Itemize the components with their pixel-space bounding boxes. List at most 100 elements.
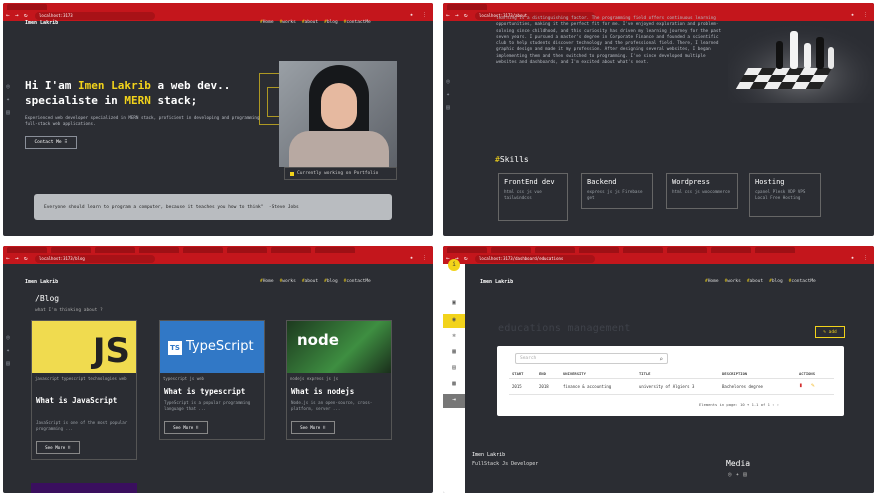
browser-tab[interactable] bbox=[227, 247, 267, 253]
browser-tab[interactable] bbox=[315, 247, 355, 253]
github-icon[interactable]: ◎ bbox=[6, 334, 10, 341]
see-more-button[interactable]: See More ⠿ bbox=[36, 441, 80, 454]
contact-me-button[interactable]: Contact Me ⠿ bbox=[25, 136, 77, 149]
back-icon[interactable]: ← bbox=[6, 255, 10, 263]
forward-icon[interactable]: → bbox=[15, 255, 19, 263]
card-title: What is typescript bbox=[164, 387, 246, 396]
back-icon[interactable]: ← bbox=[446, 12, 450, 20]
browser-tab[interactable] bbox=[535, 247, 575, 253]
brand-logo[interactable]: Imen Lakrib bbox=[480, 279, 513, 285]
browser-tab[interactable] bbox=[271, 247, 311, 253]
browser-controls[interactable]: ★ ⋮ bbox=[410, 12, 430, 18]
mail-icon[interactable]: ▤ bbox=[446, 104, 450, 111]
browser-tab[interactable] bbox=[579, 247, 619, 253]
admin-logo[interactable]: i bbox=[448, 259, 460, 271]
add-button[interactable]: ✎ add bbox=[815, 326, 845, 338]
browser-tab[interactable] bbox=[7, 247, 47, 253]
see-more-button[interactable]: See More ⠿ bbox=[164, 421, 208, 434]
browser-tab[interactable] bbox=[447, 4, 487, 10]
browser-tab[interactable] bbox=[447, 247, 487, 253]
col-header[interactable]: START bbox=[512, 371, 523, 376]
browser-tab[interactable] bbox=[51, 247, 91, 253]
github-icon[interactable]: ◎ bbox=[446, 78, 450, 85]
blog-title: /Blog bbox=[35, 294, 60, 303]
forward-icon[interactable]: → bbox=[15, 12, 19, 20]
nav-blog[interactable]: blog bbox=[324, 279, 338, 284]
blog-page-window: ← → ↻ localhost:3173/blog ★ ⋮ Imen Lakri… bbox=[3, 246, 433, 493]
browser-tab[interactable] bbox=[711, 247, 751, 253]
col-header[interactable]: ACTIONS bbox=[799, 371, 815, 376]
nav-contact[interactable]: contactMe bbox=[789, 279, 815, 284]
educations-icon[interactable]: ◉ bbox=[448, 316, 460, 326]
reload-icon[interactable]: ↻ bbox=[464, 12, 468, 20]
reload-icon[interactable]: ↻ bbox=[464, 255, 468, 263]
browser-tab[interactable] bbox=[7, 4, 47, 10]
nav-blog[interactable]: blog bbox=[769, 279, 783, 284]
brand-logo[interactable]: Imen Lakrib bbox=[25, 279, 58, 285]
browser-controls[interactable]: ★ ⋮ bbox=[851, 255, 871, 261]
nav-works[interactable]: works bbox=[280, 20, 296, 25]
nav-about[interactable]: about bbox=[747, 279, 764, 284]
mail-icon[interactable]: ▤ bbox=[743, 471, 751, 478]
browser-tab[interactable] bbox=[755, 247, 795, 253]
blog-icon[interactable]: ▤ bbox=[448, 364, 460, 374]
blog-card-javascript[interactable]: JS javascript typescript technologies we… bbox=[31, 320, 137, 460]
col-header[interactable]: DESCRIPTION bbox=[722, 371, 747, 376]
nav-works[interactable]: works bbox=[725, 279, 741, 284]
github-icon[interactable]: ◎ bbox=[6, 83, 10, 90]
nav-home[interactable]: Home bbox=[260, 279, 274, 284]
card-category: javascript typescript technologies web bbox=[35, 376, 127, 381]
search-input[interactable]: Search ⌕ bbox=[515, 353, 668, 364]
nav-contact[interactable]: contactMe bbox=[344, 279, 370, 284]
nav-contact[interactable]: contactMe bbox=[344, 20, 370, 25]
mail-icon[interactable]: ▤ bbox=[6, 109, 10, 116]
blog-card-nodejs[interactable]: node nodejs express js js What is nodejs… bbox=[286, 320, 392, 440]
reload-icon[interactable]: ↻ bbox=[24, 255, 28, 263]
github-icon[interactable]: ◎ bbox=[728, 471, 736, 478]
cell-end: 2018 bbox=[539, 384, 549, 389]
browser-tab[interactable] bbox=[95, 247, 135, 253]
nav-about[interactable]: about bbox=[302, 20, 319, 25]
url-input[interactable]: localhost:3173/blog bbox=[35, 255, 155, 263]
col-header[interactable]: TITLE bbox=[639, 371, 650, 376]
nav-home[interactable]: Home bbox=[705, 279, 719, 284]
brand-logo[interactable]: Imen Lakrib bbox=[25, 20, 58, 26]
card-description: Node.js is an open-source, cross-platfor… bbox=[291, 400, 373, 411]
delete-icon[interactable]: ▮ bbox=[799, 382, 803, 389]
pagination[interactable]: Elements in page: 10 ▾ 1-1 of 1 ‹ › bbox=[699, 402, 779, 407]
logout-icon[interactable]: ⇥ bbox=[448, 396, 460, 406]
cell-start: 2015 bbox=[512, 384, 522, 389]
works-icon[interactable]: ▦ bbox=[448, 348, 460, 358]
forward-icon[interactable]: → bbox=[455, 12, 459, 20]
browser-tab-bar bbox=[3, 246, 433, 254]
hero-heading: Hi I'am Imen Lakrib a web dev.. speciali… bbox=[25, 79, 231, 107]
url-input[interactable]: localhost:3173 bbox=[35, 12, 155, 20]
see-more-button[interactable]: See More ⠿ bbox=[291, 421, 335, 434]
messages-icon[interactable]: ▩ bbox=[448, 380, 460, 390]
browser-tab[interactable] bbox=[667, 247, 707, 253]
browser-tab[interactable] bbox=[491, 247, 531, 253]
browser-tab[interactable] bbox=[623, 247, 663, 253]
col-header[interactable]: UNIVERSITY bbox=[563, 371, 586, 376]
card-category: nodejs express js js bbox=[290, 376, 339, 381]
nav-about[interactable]: about bbox=[302, 279, 319, 284]
page-title: educations management bbox=[498, 323, 631, 334]
twitter-icon[interactable]: ✦ bbox=[6, 347, 10, 354]
twitter-icon[interactable]: ✦ bbox=[6, 96, 10, 103]
back-icon[interactable]: ← bbox=[6, 12, 10, 20]
browser-controls[interactable]: ★ ⋮ bbox=[410, 255, 430, 261]
skills-icon[interactable]: ✲ bbox=[448, 332, 460, 342]
twitter-icon[interactable]: ✦ bbox=[446, 91, 450, 98]
edit-icon[interactable]: ✎ bbox=[811, 382, 815, 389]
mail-icon[interactable]: ▤ bbox=[6, 360, 10, 367]
browser-tab[interactable] bbox=[183, 247, 223, 253]
url-input[interactable]: localhost:3173/dashboard/educations bbox=[475, 255, 595, 263]
blog-card-typescript[interactable]: TS TypeScript typescript js web What is … bbox=[159, 320, 265, 440]
nav-home[interactable]: Home bbox=[260, 20, 274, 25]
browser-tab[interactable] bbox=[139, 247, 179, 253]
nav-blog[interactable]: blog bbox=[324, 20, 338, 25]
nav-works[interactable]: works bbox=[280, 279, 296, 284]
col-header[interactable]: END bbox=[539, 371, 546, 376]
dashboard-icon[interactable]: ▣ bbox=[448, 299, 460, 309]
reload-icon[interactable]: ↻ bbox=[24, 12, 28, 20]
